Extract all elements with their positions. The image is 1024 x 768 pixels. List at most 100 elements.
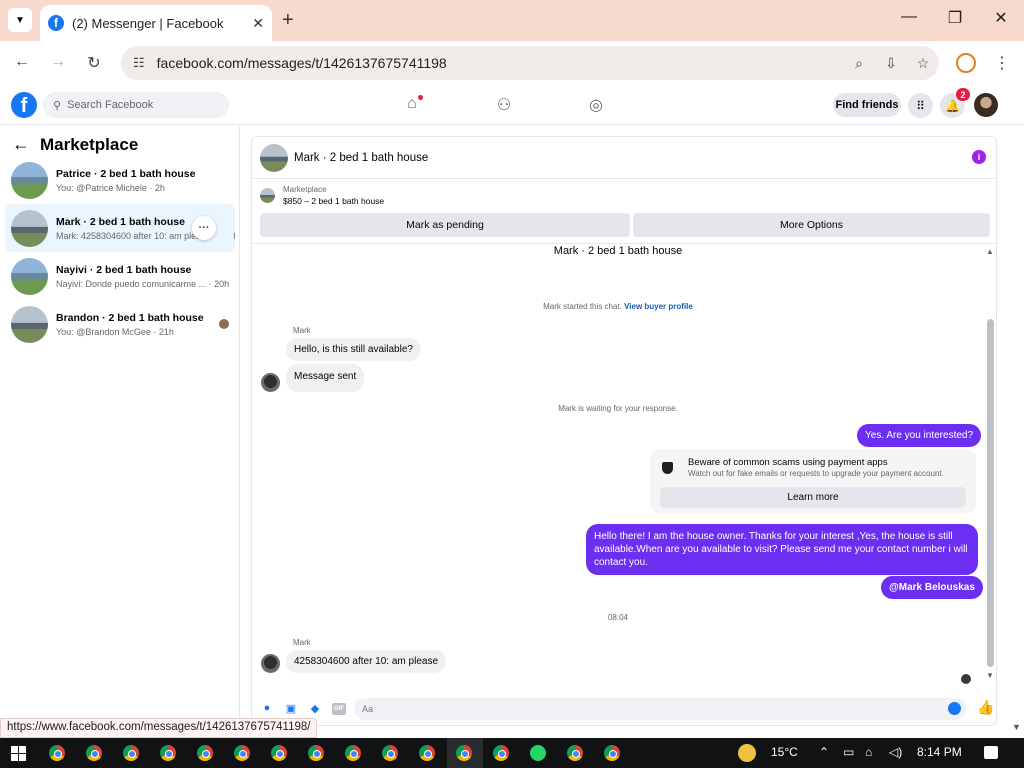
chrome-icon[interactable] xyxy=(419,745,435,761)
browser-toolbar: ← → ↻ ☷ facebook.com/messages/t/14261376… xyxy=(0,41,1024,85)
reload-button[interactable]: ↻ xyxy=(82,53,106,73)
close-tab-icon[interactable]: ✕ xyxy=(252,15,264,32)
seen-indicator-avatar xyxy=(961,674,971,684)
chat-listing-thumbnail[interactable] xyxy=(260,143,288,172)
gif-icon[interactable]: GIF xyxy=(332,703,346,715)
outgoing-message[interactable]: Yes. Are you interested? xyxy=(857,424,982,447)
friends-icon[interactable]: ⚇ xyxy=(494,95,514,115)
chrome-icon[interactable] xyxy=(160,745,176,761)
sender-name: Mark xyxy=(293,326,311,335)
search-icon: ⚲ xyxy=(53,99,62,112)
scam-warning-card: Beware of common scams using payment app… xyxy=(650,449,976,513)
battery-icon[interactable]: ▭ xyxy=(843,745,854,759)
thumbs-up-icon[interactable]: 👍 xyxy=(977,699,994,716)
emoji-icon[interactable] xyxy=(948,702,961,715)
tab-search-button[interactable]: ▼ xyxy=(8,8,32,32)
chrome-icon[interactable] xyxy=(345,745,361,761)
conversation-name: Nayivi · 2 bed 1 bath house xyxy=(56,263,192,276)
weather-icon[interactable] xyxy=(738,744,756,762)
outgoing-message[interactable]: Hello there! I am the house owner. Thank… xyxy=(586,524,978,575)
bookmark-star-icon[interactable]: ☆ xyxy=(907,55,939,72)
facebook-logo-icon[interactable]: f xyxy=(11,92,37,118)
waiting-notice: Mark is waiting for your response. xyxy=(558,404,678,413)
chrome-icon[interactable] xyxy=(197,745,213,761)
chrome-icon[interactable] xyxy=(456,745,472,761)
tab-title: (2) Messenger | Facebook xyxy=(72,15,224,31)
photo-icon[interactable]: ▣ xyxy=(284,702,298,716)
chrome-icon[interactable] xyxy=(234,745,250,761)
chrome-icon[interactable] xyxy=(123,745,139,761)
chevron-up-icon[interactable]: ⌃ xyxy=(819,745,829,759)
back-arrow-icon[interactable]: ← xyxy=(12,134,30,155)
learn-more-button[interactable]: Learn more xyxy=(660,487,966,508)
sender-avatar[interactable] xyxy=(261,654,280,673)
scam-warning-title: Beware of common scams using payment app… xyxy=(688,457,888,468)
browser-tab[interactable]: f (2) Messenger | Facebook ✕ xyxy=(40,5,272,41)
browser-menu-icon[interactable]: ⋮ xyxy=(994,53,1010,73)
volume-icon[interactable]: ◁) xyxy=(889,745,902,759)
site-info-icon[interactable]: ☷ xyxy=(133,55,145,71)
conversation-name: Brandon · 2 bed 1 bath house xyxy=(56,311,204,324)
chat-started-notice: Mark started this chat. View buyer profi… xyxy=(543,302,693,311)
more-options-button[interactable]: More Options xyxy=(633,213,990,237)
chrome-icon[interactable] xyxy=(49,745,65,761)
chat-panel: Mark · 2 bed 1 bath house i Marketplace … xyxy=(251,136,997,726)
conversation-options-button[interactable]: ··· xyxy=(192,216,216,240)
notification-badge: 2 xyxy=(956,88,970,101)
page-scroll-down-icon[interactable]: ▼ xyxy=(1012,722,1021,732)
new-tab-button[interactable]: + xyxy=(282,9,294,32)
message-input[interactable] xyxy=(354,698,966,720)
close-window-button[interactable]: ✕ xyxy=(986,8,1016,28)
outgoing-message-mention[interactable]: @Mark Belouskas xyxy=(881,576,983,599)
notifications-center-icon[interactable] xyxy=(984,746,998,759)
microphone-icon[interactable]: ● xyxy=(260,702,274,716)
conversation-item[interactable]: Patrice · 2 bed 1 bath house You: @Patri… xyxy=(5,156,235,204)
windows-taskbar: 15°C ⌃ ▭ ⌂ ◁) 8:14 PM xyxy=(0,738,1024,768)
find-friends-button[interactable]: Find friends xyxy=(833,93,901,117)
chrome-icon[interactable] xyxy=(493,745,509,761)
chrome-icon[interactable] xyxy=(271,745,287,761)
chrome-icon[interactable] xyxy=(567,745,583,761)
menu-grid-icon[interactable]: ⠿ xyxy=(908,93,933,118)
mark-as-pending-button[interactable]: Mark as pending xyxy=(260,213,630,237)
sender-avatar[interactable] xyxy=(261,373,280,392)
address-bar[interactable]: ☷ facebook.com/messages/t/14261376757411… xyxy=(121,46,939,80)
conversation-item[interactable]: Brandon · 2 bed 1 bath house You: @Brand… xyxy=(5,300,235,348)
install-app-icon[interactable]: ⇩ xyxy=(875,55,907,72)
conversation-item-active[interactable]: Mark · 2 bed 1 bath house Mark: 42583046… xyxy=(5,204,235,252)
incoming-message[interactable]: Hello, is this still available? xyxy=(286,338,421,361)
zoom-icon[interactable]: ⌕ xyxy=(843,55,875,72)
windows-start-icon[interactable] xyxy=(11,746,26,761)
chrome-icon[interactable] xyxy=(308,745,324,761)
whatsapp-icon[interactable] xyxy=(530,745,546,761)
browser-tab-bar: ▼ f (2) Messenger | Facebook ✕ + — ❐ ✕ xyxy=(0,0,1024,41)
forward-button[interactable]: → xyxy=(46,53,70,71)
chrome-icon[interactable] xyxy=(382,745,398,761)
info-icon[interactable]: i xyxy=(972,150,986,164)
scam-warning-body: Watch out for fake emails or requests to… xyxy=(688,469,944,478)
chat-header-name[interactable]: Mark · 2 bed 1 bath house xyxy=(294,152,428,164)
sticker-icon[interactable]: ◆ xyxy=(308,702,322,716)
facebook-search-input[interactable]: ⚲ Search Facebook xyxy=(43,92,229,118)
user-avatar[interactable] xyxy=(974,93,998,117)
listing-summary[interactable]: Marketplace $850 – 2 bed 1 bath house xyxy=(260,185,384,206)
incoming-message[interactable]: Message sent xyxy=(286,364,365,392)
clock[interactable]: 8:14 PM xyxy=(917,745,962,759)
chrome-icon[interactable] xyxy=(604,745,620,761)
back-button[interactable]: ← xyxy=(10,53,34,71)
profile-icon[interactable] xyxy=(956,53,976,73)
view-buyer-profile-link[interactable]: View buyer profile xyxy=(624,302,693,311)
minimize-window-button[interactable]: — xyxy=(894,8,924,26)
incoming-message[interactable]: 4258304600 after 10: am please xyxy=(286,650,446,673)
conversation-item[interactable]: Nayivi · 2 bed 1 bath house Nayivi: Dond… xyxy=(5,252,235,300)
chrome-icon[interactable] xyxy=(86,745,102,761)
thread-scrollbar[interactable] xyxy=(987,319,994,667)
scroll-down-arrow-icon[interactable]: ▼ xyxy=(986,671,994,680)
scroll-up-arrow-icon[interactable]: ▲ xyxy=(986,247,994,256)
chat-header: Mark · 2 bed 1 bath house xyxy=(252,137,996,179)
network-icon[interactable]: ⌂ xyxy=(865,745,872,759)
restore-window-button[interactable]: ❐ xyxy=(940,8,970,28)
message-thread: Mark · 2 bed 1 bath house Mark started t… xyxy=(252,244,984,687)
groups-icon[interactable]: ◎ xyxy=(586,95,606,115)
temperature[interactable]: 15°C xyxy=(771,745,798,759)
